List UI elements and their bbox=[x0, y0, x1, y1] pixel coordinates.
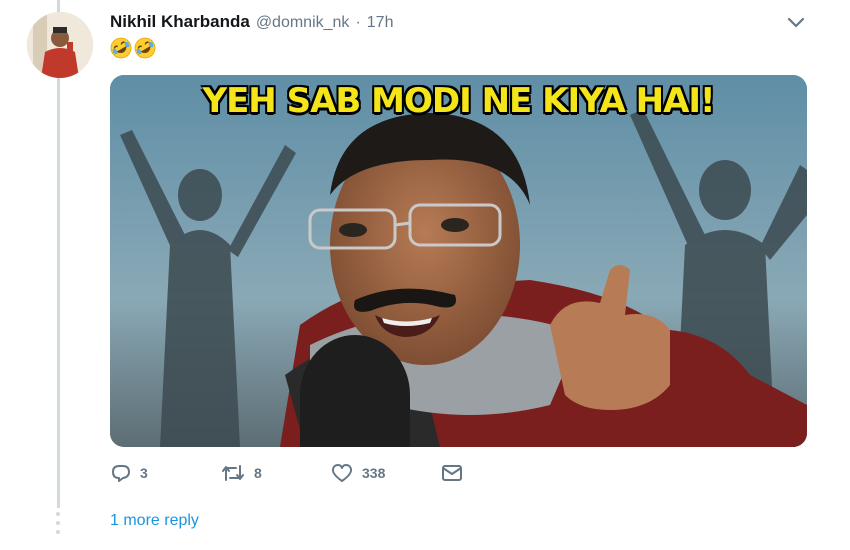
display-name[interactable]: Nikhil Kharbanda bbox=[110, 12, 250, 32]
retweet-button[interactable]: 8 bbox=[220, 462, 330, 484]
envelope-icon bbox=[440, 462, 464, 484]
tweet-actions: 3 8 338 bbox=[110, 462, 464, 484]
meme-photo bbox=[110, 75, 807, 447]
tweet-text bbox=[110, 37, 156, 59]
like-count: 338 bbox=[362, 465, 386, 481]
rolling-on-floor-laughing-emoji bbox=[110, 37, 132, 59]
retweet-icon bbox=[220, 462, 246, 484]
like-button[interactable]: 338 bbox=[330, 462, 440, 484]
more-replies-link[interactable]: 1 more reply bbox=[110, 512, 199, 530]
thread-line bbox=[57, 78, 60, 508]
tweet-media-image[interactable]: YEH SAB MODI NE KIYA HAI! bbox=[110, 75, 807, 447]
reply-icon bbox=[110, 462, 132, 484]
retweet-count: 8 bbox=[254, 465, 262, 481]
separator-dot: · bbox=[355, 14, 361, 31]
avatar[interactable] bbox=[27, 12, 93, 78]
reply-count: 3 bbox=[140, 465, 148, 481]
meme-caption: YEH SAB MODI NE KIYA HAI! bbox=[202, 81, 715, 121]
thread-ellipsis bbox=[56, 512, 61, 534]
tweet-header: Nikhil Kharbanda @domnik_nk · 17h bbox=[110, 12, 393, 36]
tweet-timestamp[interactable]: 17h bbox=[367, 14, 394, 32]
chevron-down-icon[interactable] bbox=[786, 16, 806, 30]
rolling-on-floor-laughing-emoji bbox=[134, 37, 156, 59]
heart-icon bbox=[330, 462, 354, 484]
reply-button[interactable]: 3 bbox=[110, 462, 220, 484]
direct-message-button[interactable] bbox=[440, 462, 464, 484]
user-handle[interactable]: @domnik_nk bbox=[256, 14, 350, 32]
